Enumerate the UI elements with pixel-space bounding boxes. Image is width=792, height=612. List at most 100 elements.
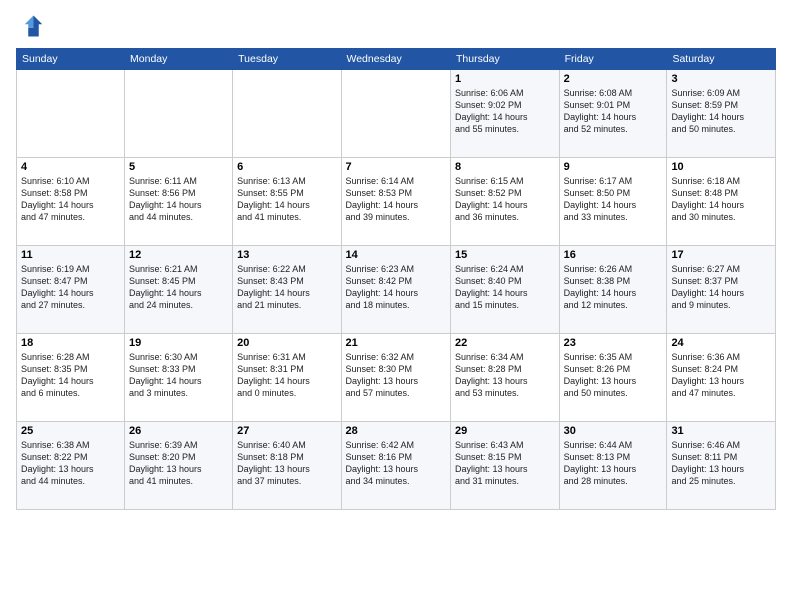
day-number: 5	[129, 161, 228, 173]
day-info: Sunrise: 6:40 AMSunset: 8:18 PMDaylight:…	[237, 439, 336, 488]
day-number: 29	[455, 425, 555, 437]
day-number: 23	[564, 337, 663, 349]
day-number: 27	[237, 425, 336, 437]
day-cell: 25Sunrise: 6:38 AMSunset: 8:22 PMDayligh…	[17, 422, 125, 510]
calendar-table: SundayMondayTuesdayWednesdayThursdayFrid…	[16, 48, 776, 510]
day-cell: 13 Sunrise: 6:22 AMSunset: 8:43 PMDayligh…	[233, 246, 341, 334]
day-cell: 19Sunrise: 6:30 AMSunset: 8:33 PMDayligh…	[125, 334, 233, 422]
day-number: 17	[671, 249, 771, 261]
day-number: 6	[237, 161, 336, 173]
day-info: Sunrise: 6:28 AMSunset: 8:35 PMDaylight:…	[21, 351, 120, 400]
day-number: 14	[346, 249, 446, 261]
logo	[16, 12, 48, 40]
day-cell: 29 Sunrise: 6:43 AMSunset: 8:15 PMDayligh…	[450, 422, 559, 510]
day-cell: 17 Sunrise: 6:27 AMSunset: 8:37 PMDayligh…	[667, 246, 776, 334]
day-cell: 7Sunrise: 6:14 AMSunset: 8:53 PMDaylight…	[341, 158, 450, 246]
day-info: Sunrise: 6:34 AMSunset: 8:28 PMDaylight:…	[455, 351, 555, 400]
week-row-4: 18 Sunrise: 6:28 AMSunset: 8:35 PMDayligh…	[17, 334, 776, 422]
day-cell: 18 Sunrise: 6:28 AMSunset: 8:35 PMDayligh…	[17, 334, 125, 422]
day-number: 12	[129, 249, 228, 261]
day-cell: 31 Sunrise: 6:46 AMSunset: 8:11 PMDayligh…	[667, 422, 776, 510]
day-cell: 3Sunrise: 6:09 AMSunset: 8:59 PMDaylight…	[667, 70, 776, 158]
day-number: 15	[455, 249, 555, 261]
day-cell	[233, 70, 341, 158]
day-cell: 8 Sunrise: 6:15 AMSunset: 8:52 PMDaylight…	[450, 158, 559, 246]
day-number: 21	[346, 337, 446, 349]
day-info: Sunrise: 6:46 AMSunset: 8:11 PMDaylight:…	[671, 439, 771, 488]
day-info: Sunrise: 6:39 AMSunset: 8:20 PMDaylight:…	[129, 439, 228, 488]
day-info: Sunrise: 6:08 AMSunset: 9:01 PMDaylight:…	[564, 87, 663, 136]
day-cell	[17, 70, 125, 158]
day-number: 30	[564, 425, 663, 437]
day-number: 16	[564, 249, 663, 261]
header	[16, 12, 776, 40]
day-info: Sunrise: 6:21 AMSunset: 8:45 PMDaylight:…	[129, 263, 228, 312]
day-info: Sunrise: 6:43 AMSunset: 8:15 PMDaylight:…	[455, 439, 555, 488]
day-info: Sunrise: 6:15 AMSunset: 8:52 PMDaylight:…	[455, 175, 555, 224]
day-cell: 12 Sunrise: 6:21 AMSunset: 8:45 PMDayligh…	[125, 246, 233, 334]
day-number: 8	[455, 161, 555, 173]
day-number: 19	[129, 337, 228, 349]
day-info: Sunrise: 6:26 AMSunset: 8:38 PMDaylight:…	[564, 263, 663, 312]
day-cell: 23Sunrise: 6:35 AMSunset: 8:26 PMDayligh…	[559, 334, 667, 422]
day-cell: 5 Sunrise: 6:11 AMSunset: 8:56 PMDaylight…	[125, 158, 233, 246]
day-info: Sunrise: 6:09 AMSunset: 8:59 PMDaylight:…	[671, 87, 771, 136]
day-cell: 11Sunrise: 6:19 AMSunset: 8:47 PMDayligh…	[17, 246, 125, 334]
day-info: Sunrise: 6:10 AMSunset: 8:58 PMDaylight:…	[21, 175, 120, 224]
week-row-2: 4 Sunrise: 6:10 AMSunset: 8:58 PMDaylight…	[17, 158, 776, 246]
day-number: 11	[21, 249, 120, 261]
day-cell: 2 Sunrise: 6:08 AMSunset: 9:01 PMDaylight…	[559, 70, 667, 158]
day-cell: 10 Sunrise: 6:18 AMSunset: 8:48 PMDayligh…	[667, 158, 776, 246]
day-number: 22	[455, 337, 555, 349]
day-number: 26	[129, 425, 228, 437]
day-cell: 22 Sunrise: 6:34 AMSunset: 8:28 PMDayligh…	[450, 334, 559, 422]
week-row-5: 25Sunrise: 6:38 AMSunset: 8:22 PMDayligh…	[17, 422, 776, 510]
day-info: Sunrise: 6:36 AMSunset: 8:24 PMDaylight:…	[671, 351, 771, 400]
day-cell: 15Sunrise: 6:24 AMSunset: 8:40 PMDayligh…	[450, 246, 559, 334]
day-number: 20	[237, 337, 336, 349]
day-number: 31	[671, 425, 771, 437]
day-number: 28	[346, 425, 446, 437]
day-number: 7	[346, 161, 446, 173]
day-number: 1	[455, 73, 555, 85]
day-info: Sunrise: 6:31 AMSunset: 8:31 PMDaylight:…	[237, 351, 336, 400]
weekday-header-saturday: Saturday	[667, 49, 776, 70]
day-cell	[125, 70, 233, 158]
day-cell: 21 Sunrise: 6:32 AMSunset: 8:30 PMDayligh…	[341, 334, 450, 422]
day-info: Sunrise: 6:17 AMSunset: 8:50 PMDaylight:…	[564, 175, 663, 224]
weekday-header-row: SundayMondayTuesdayWednesdayThursdayFrid…	[17, 49, 776, 70]
day-info: Sunrise: 6:11 AMSunset: 8:56 PMDaylight:…	[129, 175, 228, 224]
day-info: Sunrise: 6:32 AMSunset: 8:30 PMDaylight:…	[346, 351, 446, 400]
day-cell: 1 Sunrise: 6:06 AMSunset: 9:02 PMDaylight…	[450, 70, 559, 158]
day-cell: 4 Sunrise: 6:10 AMSunset: 8:58 PMDaylight…	[17, 158, 125, 246]
day-cell: 6 Sunrise: 6:13 AMSunset: 8:55 PMDaylight…	[233, 158, 341, 246]
day-info: Sunrise: 6:18 AMSunset: 8:48 PMDaylight:…	[671, 175, 771, 224]
day-cell: 9Sunrise: 6:17 AMSunset: 8:50 PMDaylight…	[559, 158, 667, 246]
day-info: Sunrise: 6:23 AMSunset: 8:42 PMDaylight:…	[346, 263, 446, 312]
day-info: Sunrise: 6:38 AMSunset: 8:22 PMDaylight:…	[21, 439, 120, 488]
day-cell: 28 Sunrise: 6:42 AMSunset: 8:16 PMDayligh…	[341, 422, 450, 510]
week-row-3: 11Sunrise: 6:19 AMSunset: 8:47 PMDayligh…	[17, 246, 776, 334]
day-info: Sunrise: 6:44 AMSunset: 8:13 PMDaylight:…	[564, 439, 663, 488]
day-info: Sunrise: 6:22 AMSunset: 8:43 PMDaylight:…	[237, 263, 336, 312]
weekday-header-monday: Monday	[125, 49, 233, 70]
day-number: 24	[671, 337, 771, 349]
day-number: 18	[21, 337, 120, 349]
day-number: 10	[671, 161, 771, 173]
day-number: 2	[564, 73, 663, 85]
day-info: Sunrise: 6:13 AMSunset: 8:55 PMDaylight:…	[237, 175, 336, 224]
day-cell: 26 Sunrise: 6:39 AMSunset: 8:20 PMDayligh…	[125, 422, 233, 510]
day-cell: 14 Sunrise: 6:23 AMSunset: 8:42 PMDayligh…	[341, 246, 450, 334]
weekday-header-wednesday: Wednesday	[341, 49, 450, 70]
day-number: 13	[237, 249, 336, 261]
day-info: Sunrise: 6:27 AMSunset: 8:37 PMDaylight:…	[671, 263, 771, 312]
weekday-header-thursday: Thursday	[450, 49, 559, 70]
logo-icon	[16, 12, 44, 40]
day-info: Sunrise: 6:06 AMSunset: 9:02 PMDaylight:…	[455, 87, 555, 136]
weekday-header-sunday: Sunday	[17, 49, 125, 70]
day-cell: 16 Sunrise: 6:26 AMSunset: 8:38 PMDayligh…	[559, 246, 667, 334]
day-info: Sunrise: 6:42 AMSunset: 8:16 PMDaylight:…	[346, 439, 446, 488]
day-number: 4	[21, 161, 120, 173]
weekday-header-friday: Friday	[559, 49, 667, 70]
day-cell: 20 Sunrise: 6:31 AMSunset: 8:31 PMDayligh…	[233, 334, 341, 422]
